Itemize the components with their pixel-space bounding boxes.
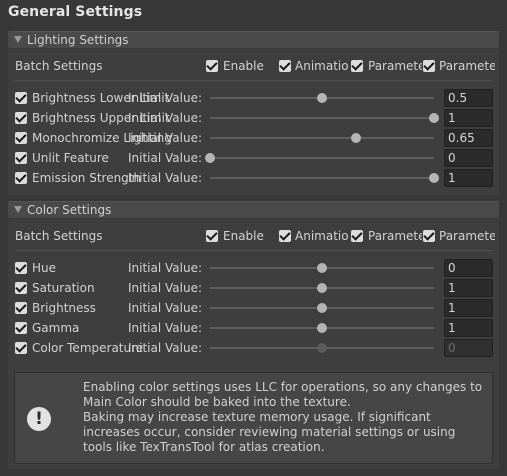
foldout-color-settings[interactable]: Color Settings <box>8 201 499 218</box>
enable-checkbox[interactable] <box>15 132 27 144</box>
enable-checkbox[interactable] <box>15 302 27 314</box>
slider-track[interactable] <box>210 157 434 159</box>
slider-thumb[interactable] <box>317 283 327 293</box>
initial-value-label: Initial Value: <box>128 261 203 275</box>
parameter-checkbox-1[interactable] <box>351 60 363 72</box>
initial-value-label: Initial Value: <box>128 131 203 145</box>
lighting-batch-row: Batch Settings Enable Animation Paramete… <box>8 56 499 76</box>
initial-value-label: Initial Value: <box>128 321 203 335</box>
divider <box>15 80 492 81</box>
setting-row: Brightness Upper Limit Initial Value: 1 <box>8 108 499 128</box>
parameter-label-1: Parameter <box>368 59 422 73</box>
value-field[interactable]: 0 <box>444 259 493 277</box>
animation-label: Animation <box>295 229 349 243</box>
enable-checkbox[interactable] <box>15 172 27 184</box>
help-box: ! Enabling color settings uses LLC for o… <box>14 372 493 464</box>
setting-label: Saturation <box>32 281 95 295</box>
slider-track[interactable] <box>210 137 434 139</box>
animation-checkbox[interactable] <box>279 60 291 72</box>
setting-row: Unlit Feature Initial Value: 0 <box>8 148 499 168</box>
slider-thumb[interactable] <box>350 133 361 143</box>
enable-checkbox[interactable] <box>15 342 27 354</box>
enable-checkbox[interactable] <box>15 92 27 104</box>
slider-thumb[interactable] <box>317 263 327 273</box>
foldout-lighting-settings[interactable]: Lighting Settings <box>8 31 499 48</box>
parameter-checkbox-2[interactable] <box>423 230 435 242</box>
enable-label: Enable <box>223 59 264 73</box>
batch-settings-label: Batch Settings <box>15 59 103 73</box>
slider-thumb[interactable] <box>205 153 215 163</box>
value-field[interactable]: 1 <box>444 279 493 297</box>
foldout-triangle-icon <box>14 206 22 213</box>
setting-row: Saturation Initial Value: 1 <box>8 278 499 298</box>
parameter-label-2: Parameter <box>439 59 495 73</box>
setting-row: Color Temperature Initial Value: 0 <box>8 338 499 358</box>
setting-label: Emission Strength <box>32 171 142 185</box>
slider-thumb[interactable] <box>429 173 439 183</box>
parameter-checkbox-2[interactable] <box>423 60 435 72</box>
initial-value-label: Initial Value: <box>128 281 203 295</box>
parameter-checkbox-1[interactable] <box>351 230 363 242</box>
initial-value-label: Initial Value: <box>128 301 203 315</box>
value-field[interactable]: 0.5 <box>444 89 493 107</box>
setting-label: Brightness <box>32 301 96 315</box>
setting-label: Hue <box>32 261 57 275</box>
slider-track[interactable] <box>210 177 434 179</box>
lighting-panel: Batch Settings Enable Animation Paramete… <box>8 49 499 195</box>
setting-row: Brightness Lower Limit Initial Value: 0.5 <box>8 88 499 108</box>
setting-label: Gamma <box>32 321 80 335</box>
value-field[interactable]: 0.65 <box>444 129 493 147</box>
initial-value-label: Initial Value: <box>128 111 203 125</box>
value-field[interactable]: 0 <box>444 149 493 167</box>
animation-checkbox[interactable] <box>279 230 291 242</box>
foldout-label: Color Settings <box>27 203 112 217</box>
initial-value-label: Initial Value: <box>128 171 203 185</box>
value-field[interactable]: 1 <box>444 319 493 337</box>
initial-value-label: Initial Value: <box>128 91 203 105</box>
setting-label: Color Temperature <box>32 341 144 355</box>
slider-thumb[interactable] <box>317 303 327 313</box>
value-field[interactable]: 1 <box>444 169 493 187</box>
foldout-label: Lighting Settings <box>27 33 129 47</box>
slider-track[interactable] <box>210 117 434 119</box>
setting-row: Emission Strength Initial Value: 1 <box>8 168 499 188</box>
parameter-label-2: Parameter <box>439 229 495 243</box>
color-batch-row: Batch Settings Enable Animation Paramete… <box>8 226 499 246</box>
parameter-label-1: Parameter <box>368 229 422 243</box>
enable-checkbox[interactable] <box>15 282 27 294</box>
enable-checkbox[interactable] <box>15 152 27 164</box>
setting-row: Monochromize Lighting Initial Value: 0.65 <box>8 128 499 148</box>
enable-label: Enable <box>223 229 264 243</box>
setting-label: Unlit Feature <box>32 151 109 165</box>
slider-thumb[interactable] <box>317 343 327 353</box>
value-field[interactable]: 1 <box>444 299 493 317</box>
page-title: General Settings <box>8 4 143 20</box>
setting-row: Gamma Initial Value: 1 <box>8 318 499 338</box>
help-text: Enabling color settings uses LLC for ope… <box>83 380 483 454</box>
value-field[interactable]: 0 <box>444 339 493 357</box>
animation-label: Animation <box>295 59 349 73</box>
initial-value-label: Initial Value: <box>128 341 203 355</box>
warning-icon: ! <box>27 407 51 431</box>
slider-thumb[interactable] <box>317 93 327 103</box>
slider-thumb[interactable] <box>429 113 439 123</box>
foldout-triangle-icon <box>14 36 22 43</box>
enable-checkbox[interactable] <box>15 322 27 334</box>
batch-settings-label: Batch Settings <box>15 229 103 243</box>
setting-row: Hue Initial Value: 0 <box>8 258 499 278</box>
setting-row: Brightness Initial Value: 1 <box>8 298 499 318</box>
enable-checkbox[interactable] <box>15 112 27 124</box>
initial-value-label: Initial Value: <box>128 151 203 165</box>
value-field[interactable]: 1 <box>444 109 493 127</box>
slider-thumb[interactable] <box>317 323 327 333</box>
enable-checkbox[interactable] <box>15 262 27 274</box>
enable-checkbox[interactable] <box>206 230 218 242</box>
enable-checkbox[interactable] <box>206 60 218 72</box>
divider <box>15 250 492 251</box>
